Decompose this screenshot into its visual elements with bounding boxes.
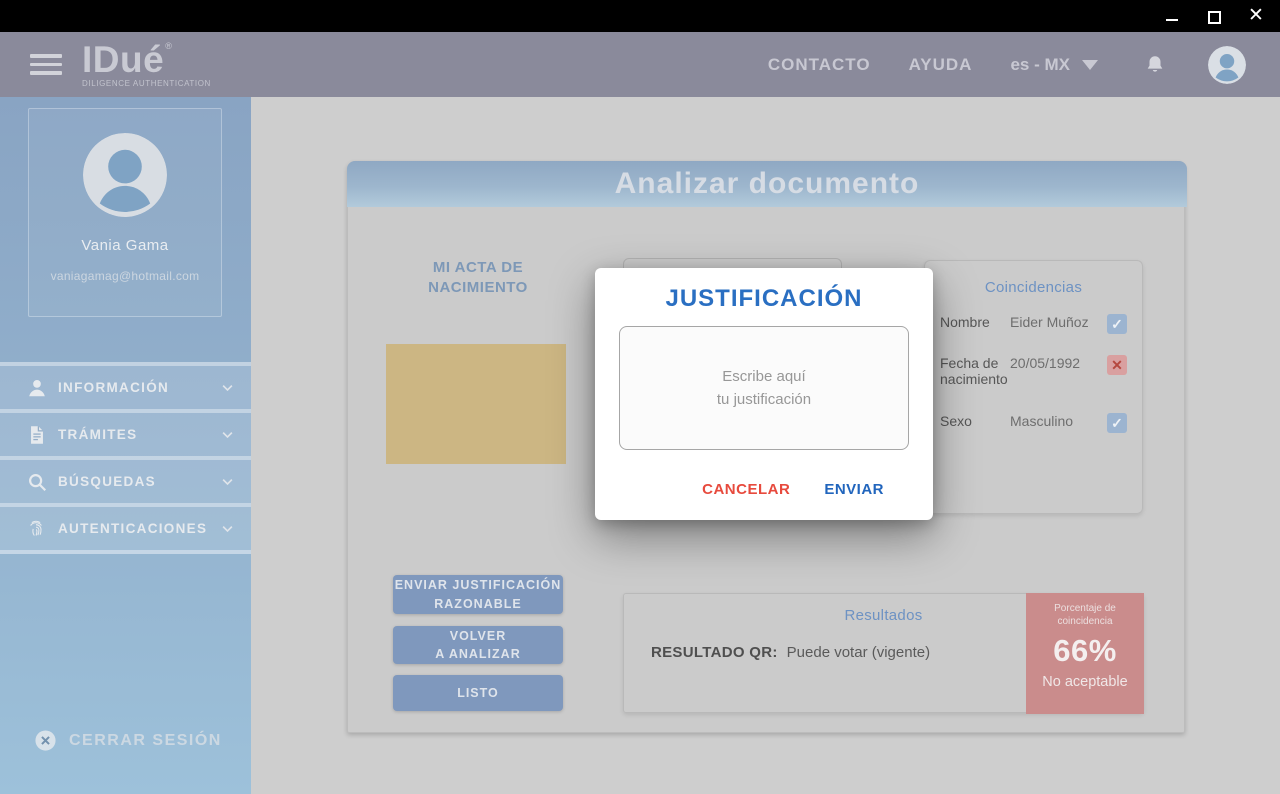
chevron-down-icon <box>220 521 235 536</box>
logout-button[interactable]: CERRAR SESIÓN <box>34 729 222 752</box>
brand-logo: IDué ® DILIGENCE AUTHENTICATION <box>82 41 211 88</box>
page-title: Analizar documento <box>615 167 920 201</box>
sidebar: Vania Gama vaniagamag@hotmail.com INFORM… <box>0 97 251 794</box>
bell-icon[interactable] <box>1144 53 1166 77</box>
row-label: Nombre <box>940 314 1008 330</box>
qr-result-row: RESULTADO QR: Puede votar (vigente) <box>651 644 930 661</box>
row-value: Eider Muñoz <box>1008 314 1107 330</box>
user-name: Vania Gama <box>29 237 221 254</box>
window-titlebar: ✕ <box>0 0 1280 32</box>
sidebar-item-label: AUTENTICACIONES <box>58 521 207 536</box>
sidebar-item-busquedas[interactable]: BÚSQUEDAS <box>0 460 251 503</box>
search-icon <box>26 471 48 493</box>
chevron-down-icon <box>220 380 235 395</box>
person-icon <box>26 377 48 399</box>
logout-label: CERRAR SESIÓN <box>69 732 222 750</box>
textarea-placeholder: Escribe aquí tu justificación <box>717 365 811 412</box>
row-label: Fecha de nacimiento <box>940 355 1008 387</box>
table-row: Fecha de nacimiento 20/05/1992 ✕ <box>940 355 1127 387</box>
cancel-button[interactable]: CANCELAR <box>702 481 790 498</box>
reanalyze-button[interactable]: VOLVER A ANALIZAR <box>393 626 563 664</box>
check-icon[interactable]: ✓ <box>1107 314 1127 334</box>
chevron-down-icon <box>220 474 235 489</box>
language-value: es - MX <box>1010 55 1070 75</box>
sidebar-item-label: INFORMACIÓN <box>58 380 169 395</box>
brand-subtitle: DILIGENCE AUTHENTICATION <box>82 80 211 88</box>
document-icon <box>26 424 48 446</box>
modal-actions: CANCELAR ENVIAR <box>595 481 933 498</box>
avatar <box>83 133 167 217</box>
row-value: Masculino <box>1008 413 1107 429</box>
sidebar-item-label: BÚSQUEDAS <box>58 474 156 489</box>
user-avatar-icon[interactable] <box>1208 46 1246 84</box>
sidebar-item-label: TRÁMITES <box>58 427 137 442</box>
match-percentage-value: 66% <box>1053 633 1117 669</box>
justification-textarea[interactable]: Escribe aquí tu justificación <box>619 326 909 450</box>
profile-card: Vania Gama vaniagamag@hotmail.com <box>28 108 222 317</box>
coincidencias-panel: Coincidencias Nombre Eider Muñoz ✓ Fecha… <box>924 260 1143 514</box>
close-icon[interactable]: ✕ <box>1248 8 1264 24</box>
send-justification-button[interactable]: ENVIAR JUSTIFICACIÓN RAZONABLE <box>393 575 563 614</box>
qr-result-value: Puede votar (vigente) <box>787 644 930 661</box>
sidebar-item-autenticaciones[interactable]: AUTENTICACIONES <box>0 507 251 550</box>
document-preview[interactable] <box>386 344 566 464</box>
sidebar-menu: INFORMACIÓN TRÁMITES <box>0 362 251 554</box>
nav-ayuda[interactable]: AYUDA <box>909 55 973 75</box>
sidebar-item-informacion[interactable]: INFORMACIÓN <box>0 366 251 409</box>
qr-result-label: RESULTADO QR: <box>651 644 778 661</box>
maximize-icon[interactable] <box>1206 8 1222 24</box>
cross-icon[interactable]: ✕ <box>1107 355 1127 375</box>
table-row: Nombre Eider Muñoz ✓ <box>940 314 1127 334</box>
card-header: Analizar documento <box>347 161 1187 207</box>
done-button[interactable]: LISTO <box>393 675 563 711</box>
language-selector[interactable]: es - MX <box>1010 55 1098 75</box>
user-email: vaniagamag@hotmail.com <box>29 269 221 283</box>
resultados-panel: Resultados RESULTADO QR: Puede votar (vi… <box>623 593 1144 713</box>
minimize-icon[interactable] <box>1164 8 1180 24</box>
registered-mark: ® <box>165 42 172 51</box>
app-header: IDué ® DILIGENCE AUTHENTICATION CONTACTO… <box>0 32 1280 97</box>
coincidencias-title: Coincidencias <box>940 279 1127 296</box>
hamburger-icon[interactable] <box>30 54 62 75</box>
close-circle-icon <box>34 729 57 752</box>
check-icon[interactable]: ✓ <box>1107 413 1127 433</box>
fingerprint-icon <box>26 518 48 540</box>
chevron-down-icon <box>220 427 235 442</box>
brand-name: IDué <box>82 41 164 78</box>
sidebar-item-tramites[interactable]: TRÁMITES <box>0 413 251 456</box>
row-value: 20/05/1992 <box>1008 355 1107 371</box>
match-percentage-box: Porcentaje de coincidencia 66% No acepta… <box>1026 593 1144 714</box>
chevron-down-icon <box>1082 60 1098 70</box>
table-row: Sexo Masculino ✓ <box>940 413 1127 433</box>
menu-divider <box>0 550 251 554</box>
match-percentage-label: Porcentaje de coincidencia <box>1054 602 1116 628</box>
nav-contacto[interactable]: CONTACTO <box>768 55 871 75</box>
row-label: Sexo <box>940 413 1008 429</box>
justification-modal: JUSTIFICACIÓN Escribe aquí tu justificac… <box>595 268 933 520</box>
match-status-badge: No aceptable <box>1042 674 1127 690</box>
modal-title: JUSTIFICACIÓN <box>595 285 933 313</box>
document-label: MI ACTA DE NACIMIENTO <box>388 258 568 299</box>
submit-button[interactable]: ENVIAR <box>824 481 884 498</box>
